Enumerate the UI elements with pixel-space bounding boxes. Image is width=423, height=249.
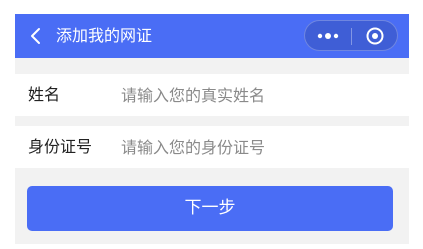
more-dots-icon (317, 33, 339, 39)
target-circle-icon (366, 27, 384, 45)
mini-program-page: 添加我的网证 姓名 身份证号 下一步 (15, 14, 409, 244)
id-number-row: 身份证号 (15, 126, 409, 168)
close-mini-program-button[interactable] (352, 21, 397, 50)
more-button[interactable] (305, 21, 351, 50)
chevron-left-icon[interactable] (27, 26, 45, 46)
navigation-bar: 添加我的网证 (15, 14, 409, 58)
id-number-input[interactable] (121, 126, 396, 168)
capsule-menu (304, 20, 398, 51)
name-label: 姓名 (28, 85, 61, 104)
name-row: 姓名 (15, 74, 409, 116)
name-input[interactable] (121, 74, 396, 116)
page-title: 添加我的网证 (56, 26, 153, 45)
id-number-label: 身份证号 (28, 137, 93, 156)
next-step-button[interactable]: 下一步 (27, 186, 393, 231)
